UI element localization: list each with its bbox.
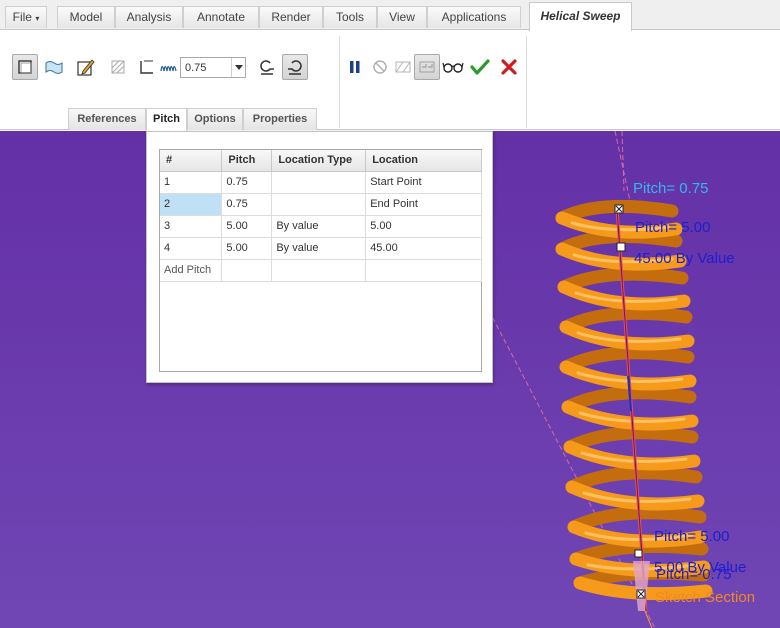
section-marker bbox=[633, 561, 650, 611]
sketch-edit-icon[interactable] bbox=[73, 54, 99, 80]
chevron-down-icon: ▾ bbox=[35, 14, 40, 23]
pitch-value-field[interactable] bbox=[180, 57, 246, 78]
location-cell[interactable]: 45.00 bbox=[365, 237, 482, 260]
pitch-table: # Pitch Location Type Location 1 0.75 St… bbox=[159, 149, 482, 372]
table-row[interactable]: 2 0.75 End Point bbox=[160, 193, 482, 216]
row-number-cell[interactable]: 3 bbox=[160, 215, 223, 238]
tab-view[interactable]: View bbox=[377, 6, 427, 28]
right-handed-icon[interactable] bbox=[282, 54, 308, 80]
pitch-point-handle bbox=[634, 549, 643, 558]
dashboard-toolbar: References Pitch Options Properties bbox=[0, 30, 780, 131]
subtab-properties[interactable]: Properties bbox=[243, 108, 317, 130]
location-cell[interactable] bbox=[365, 259, 482, 282]
row-number-cell[interactable]: 1 bbox=[160, 171, 223, 194]
tab-model[interactable]: Model bbox=[57, 6, 115, 28]
file-menu-button[interactable]: File ▾ bbox=[5, 6, 47, 28]
subtab-options[interactable]: Options bbox=[187, 108, 243, 130]
location-cell[interactable]: End Point bbox=[365, 193, 482, 216]
pitch-cell[interactable]: 0.75 bbox=[221, 171, 273, 194]
column-header-location-type[interactable]: Location Type bbox=[271, 150, 367, 172]
add-pitch-cell[interactable]: Add Pitch bbox=[160, 259, 223, 282]
table-row[interactable]: 1 0.75 Start Point bbox=[160, 171, 482, 194]
location-type-cell[interactable]: By value bbox=[271, 237, 367, 260]
tab-annotate[interactable]: Annotate bbox=[183, 6, 259, 28]
upper-location-label[interactable]: 45.00 By Value bbox=[634, 250, 735, 267]
toolbar-separator bbox=[526, 36, 527, 128]
dashed-axis-line bbox=[621, 131, 625, 192]
remove-material-icon[interactable] bbox=[105, 54, 131, 80]
attached-preview-icon[interactable] bbox=[390, 54, 416, 80]
row-number-cell[interactable]: 4 bbox=[160, 237, 223, 260]
location-type-cell[interactable]: By value bbox=[271, 215, 367, 238]
pitch-value-input[interactable] bbox=[181, 58, 231, 77]
lower-pitch-label[interactable]: Pitch= 5.00 bbox=[654, 528, 729, 545]
sketch-section-label[interactable]: Sketch Section bbox=[655, 589, 755, 606]
table-row[interactable]: 3 5.00 By value 5.00 bbox=[160, 215, 482, 238]
tab-applications[interactable]: Applications bbox=[427, 6, 521, 28]
location-type-cell[interactable] bbox=[271, 259, 367, 282]
pitch-panel: # Pitch Location Type Location 1 0.75 St… bbox=[146, 131, 493, 383]
column-header-location[interactable]: Location bbox=[365, 150, 482, 172]
pitch-point-handle bbox=[616, 242, 626, 252]
subtab-pitch[interactable]: Pitch bbox=[146, 108, 187, 131]
location-type-cell[interactable] bbox=[271, 193, 367, 216]
pause-icon[interactable] bbox=[342, 54, 368, 80]
ribbon-tab-bar: File ▾ Model Analysis Annotate Render To… bbox=[0, 0, 780, 31]
upper-pitch-label[interactable]: Pitch= 5.00 bbox=[635, 219, 710, 236]
pitch-cell[interactable]: 5.00 bbox=[221, 237, 273, 260]
confirm-checkmark-icon[interactable] bbox=[467, 54, 493, 80]
toolbar-separator bbox=[339, 36, 340, 128]
table-row[interactable]: Add Pitch bbox=[160, 259, 482, 282]
tab-render[interactable]: Render bbox=[259, 6, 323, 28]
surface-icon[interactable] bbox=[41, 54, 67, 80]
tab-tools[interactable]: Tools bbox=[323, 6, 377, 28]
verify-preview-icon[interactable] bbox=[414, 54, 440, 80]
column-header-pitch[interactable]: Pitch bbox=[221, 150, 273, 172]
dropdown-arrow-icon[interactable] bbox=[231, 58, 245, 77]
tab-analysis[interactable]: Analysis bbox=[115, 6, 183, 28]
pitch-cell[interactable]: 5.00 bbox=[221, 215, 273, 238]
table-row[interactable]: 4 5.00 By value 45.00 bbox=[160, 237, 482, 260]
top-pitch-label[interactable]: Pitch= 0.75 bbox=[633, 180, 708, 197]
subtab-references[interactable]: References bbox=[68, 108, 146, 130]
location-cell[interactable]: Start Point bbox=[365, 171, 482, 194]
file-menu-label: File bbox=[12, 10, 32, 24]
cancel-x-icon[interactable] bbox=[496, 54, 522, 80]
tab-helical-sweep[interactable]: Helical Sweep bbox=[529, 2, 632, 31]
column-header-number[interactable]: # bbox=[160, 150, 223, 172]
location-cell[interactable]: 5.00 bbox=[365, 215, 482, 238]
row-number-cell[interactable]: 2 bbox=[160, 193, 223, 216]
pitch-cell[interactable] bbox=[221, 259, 273, 282]
glasses-icon[interactable] bbox=[440, 54, 466, 80]
pitch-cell[interactable]: 0.75 bbox=[221, 193, 273, 216]
bottom-pitch-label[interactable]: Pitch= 0.75 bbox=[656, 566, 731, 583]
spring-pitch-icon bbox=[156, 54, 182, 80]
left-handed-icon[interactable] bbox=[254, 54, 280, 80]
location-type-cell[interactable] bbox=[271, 171, 367, 194]
solid-icon[interactable] bbox=[12, 54, 38, 80]
